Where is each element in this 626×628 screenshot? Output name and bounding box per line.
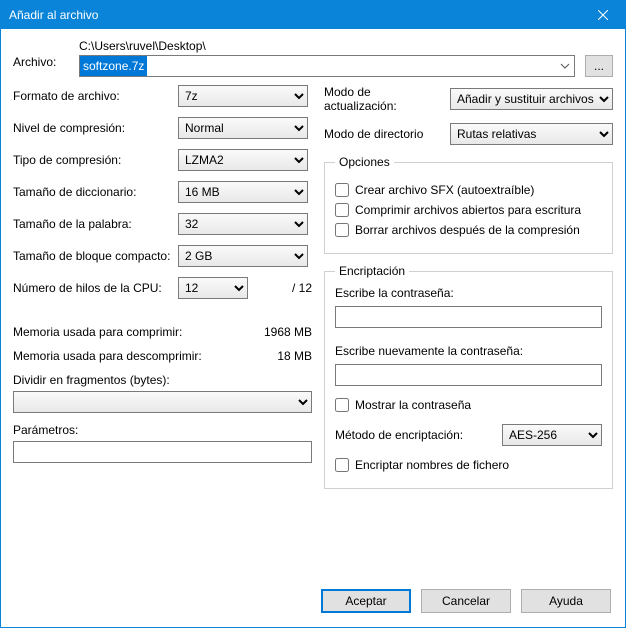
solid-row: Tamaño de bloque compacto: 2 GB bbox=[13, 245, 312, 267]
shared-label: Comprimir archivos abiertos para escritu… bbox=[355, 203, 581, 217]
cancel-button[interactable]: Cancelar bbox=[421, 589, 511, 613]
params-input[interactable] bbox=[13, 441, 312, 463]
update-mode-label: Modo de actualización: bbox=[324, 85, 444, 113]
browse-label: ... bbox=[594, 59, 604, 73]
options-fieldset: Opciones Crear archivo SFX (autoextraíbl… bbox=[324, 155, 613, 254]
format-select[interactable]: 7z bbox=[178, 85, 308, 107]
shared-row: Comprimir archivos abiertos para escritu… bbox=[335, 203, 602, 217]
encryption-legend: Encriptación bbox=[335, 264, 409, 278]
mem-decompress-row: Memoria usada para descomprimir: 18 MB bbox=[13, 349, 312, 363]
format-label: Formato de archivo: bbox=[13, 89, 178, 103]
show-password-checkbox[interactable] bbox=[335, 398, 349, 412]
encrypt-names-label: Encriptar nombres de fichero bbox=[355, 458, 509, 472]
browse-button[interactable]: ... bbox=[585, 55, 613, 77]
password2-input[interactable] bbox=[335, 364, 602, 386]
dict-row: Tamaño de diccionario: 16 MB bbox=[13, 181, 312, 203]
solid-label: Tamaño de bloque compacto: bbox=[13, 249, 178, 263]
split-section: Dividir en fragmentos (bytes): bbox=[13, 373, 312, 413]
sfx-row: Crear archivo SFX (autoextraíble) bbox=[335, 183, 602, 197]
path-mode-select[interactable]: Rutas relativas bbox=[450, 123, 613, 145]
split-label: Dividir en fragmentos (bytes): bbox=[13, 373, 312, 387]
columns: Formato de archivo: 7z Nivel de compresi… bbox=[13, 85, 613, 573]
params-section: Parámetros: bbox=[13, 423, 312, 463]
window-title: Añadir al archivo bbox=[9, 8, 581, 22]
file-name-input[interactable] bbox=[79, 55, 575, 77]
sfx-checkbox[interactable] bbox=[335, 183, 349, 197]
params-label: Parámetros: bbox=[13, 423, 312, 437]
threads-label: Número de hilos de la CPU: bbox=[13, 281, 178, 295]
delete-checkbox[interactable] bbox=[335, 223, 349, 237]
file-column: C:\Users\ruvel\Desktop\ softzone.7z bbox=[79, 39, 575, 77]
file-path: C:\Users\ruvel\Desktop\ bbox=[79, 39, 575, 53]
show-password-label: Mostrar la contraseña bbox=[355, 398, 471, 412]
password-label: Escribe la contraseña: bbox=[335, 286, 602, 300]
file-label: Archivo: bbox=[13, 39, 69, 69]
word-row: Tamaño de la palabra: 32 bbox=[13, 213, 312, 235]
action-bar: Aceptar Cancelar Ayuda bbox=[1, 579, 625, 627]
encrypt-names-checkbox[interactable] bbox=[335, 458, 349, 472]
mem-compress-value: 1968 MB bbox=[264, 325, 312, 339]
password-input[interactable] bbox=[335, 306, 602, 328]
level-label: Nivel de compresión: bbox=[13, 121, 178, 135]
encrypt-names-row: Encriptar nombres de fichero bbox=[335, 458, 602, 472]
mem-compress-row: Memoria usada para comprimir: 1968 MB bbox=[13, 325, 312, 339]
delete-row: Borrar archivos después de la compresión bbox=[335, 223, 602, 237]
mem-compress-label: Memoria usada para comprimir: bbox=[13, 325, 264, 339]
dict-select[interactable]: 16 MB bbox=[178, 181, 308, 203]
file-row: Archivo: C:\Users\ruvel\Desktop\ softzon… bbox=[13, 39, 613, 77]
threads-row: Número de hilos de la CPU: 12 / 12 bbox=[13, 277, 312, 299]
ok-button[interactable]: Aceptar bbox=[321, 589, 411, 613]
split-select[interactable] bbox=[13, 391, 312, 413]
titlebar: Añadir al archivo bbox=[1, 1, 625, 29]
enc-method-row: Método de encriptación: AES-256 bbox=[335, 424, 602, 446]
mem-decompress-label: Memoria usada para descomprimir: bbox=[13, 349, 277, 363]
format-row: Formato de archivo: 7z bbox=[13, 85, 312, 107]
word-select[interactable]: 32 bbox=[178, 213, 308, 235]
sfx-label: Crear archivo SFX (autoextraíble) bbox=[355, 183, 534, 197]
help-button[interactable]: Ayuda bbox=[521, 589, 611, 613]
left-column: Formato de archivo: 7z Nivel de compresi… bbox=[13, 85, 312, 573]
enc-method-label: Método de encriptación: bbox=[335, 428, 494, 442]
right-column: Modo de actualización: Añadir y sustitui… bbox=[324, 85, 613, 573]
threads-select[interactable]: 12 bbox=[178, 277, 248, 299]
show-password-row: Mostrar la contraseña bbox=[335, 398, 602, 412]
method-row: Tipo de compresión: LZMA2 bbox=[13, 149, 312, 171]
close-button[interactable] bbox=[581, 1, 625, 29]
solid-select[interactable]: 2 GB bbox=[178, 245, 308, 267]
path-mode-row: Modo de directorio Rutas relativas bbox=[324, 123, 613, 145]
path-mode-label: Modo de directorio bbox=[324, 127, 444, 141]
word-label: Tamaño de la palabra: bbox=[13, 217, 178, 231]
update-mode-select[interactable]: Añadir y sustituir archivos bbox=[450, 88, 613, 110]
password2-label: Escribe nuevamente la contraseña: bbox=[335, 344, 602, 358]
dict-label: Tamaño de diccionario: bbox=[13, 185, 178, 199]
method-select[interactable]: LZMA2 bbox=[178, 149, 308, 171]
level-select[interactable]: Normal bbox=[178, 117, 308, 139]
enc-method-select[interactable]: AES-256 bbox=[502, 424, 602, 446]
file-name-combo[interactable]: softzone.7z bbox=[79, 55, 575, 77]
dialog-window: Añadir al archivo Archivo: C:\Users\ruve… bbox=[0, 0, 626, 628]
level-row: Nivel de compresión: Normal bbox=[13, 117, 312, 139]
encryption-fieldset: Encriptación Escribe la contraseña: Escr… bbox=[324, 264, 613, 489]
dialog-content: Archivo: C:\Users\ruvel\Desktop\ softzon… bbox=[1, 29, 625, 579]
update-mode-row: Modo de actualización: Añadir y sustitui… bbox=[324, 85, 613, 113]
options-legend: Opciones bbox=[335, 155, 394, 169]
method-label: Tipo de compresión: bbox=[13, 153, 178, 167]
mem-decompress-value: 18 MB bbox=[277, 349, 312, 363]
delete-label: Borrar archivos después de la compresión bbox=[355, 223, 580, 237]
close-icon bbox=[598, 10, 608, 20]
threads-max: / 12 bbox=[292, 281, 312, 295]
shared-checkbox[interactable] bbox=[335, 203, 349, 217]
